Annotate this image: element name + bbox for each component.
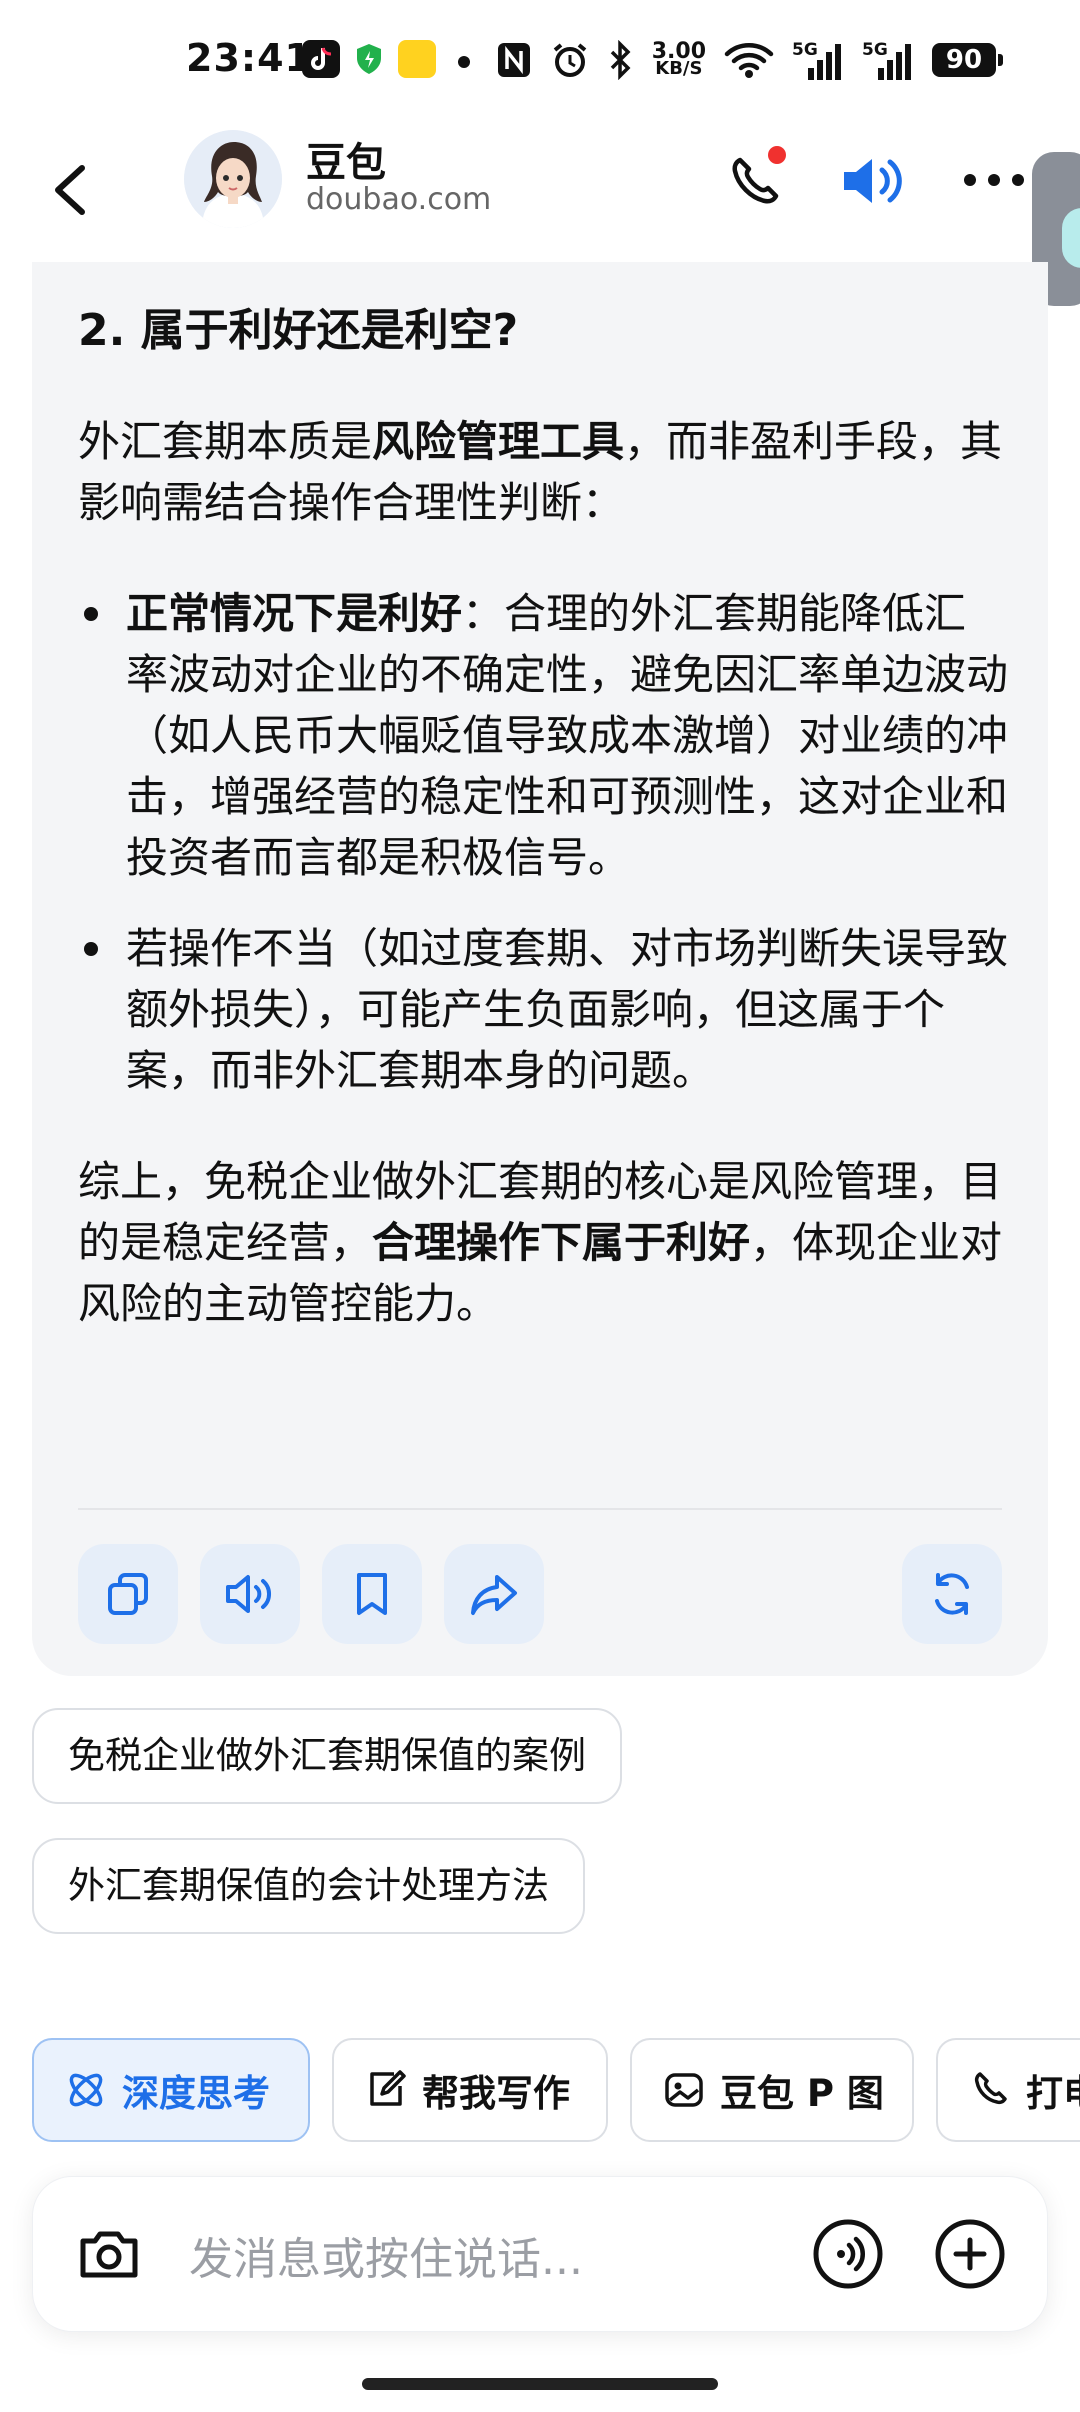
bullet1-bold: 正常情况下是利好 — [126, 589, 463, 638]
phone-icon — [974, 2072, 1007, 2105]
nfc-icon — [497, 43, 530, 77]
action-divider — [78, 1508, 1002, 1510]
more-options-button[interactable] — [960, 160, 1030, 200]
add-attachment-button[interactable] — [933, 2217, 1007, 2291]
voice-wave-icon — [813, 2219, 883, 2289]
message-input-bar: 发消息或按住说话... — [32, 2176, 1048, 2332]
bookmark-button[interactable] — [322, 1544, 422, 1644]
yellow-app-icon — [398, 40, 436, 78]
answer-card: 2. 属于利好还是利空? 外汇套期本质是风险管理工具，而非盈利手段，其影响需结合… — [32, 262, 1048, 1676]
edit-icon — [370, 2070, 406, 2106]
intro-bold: 风险管理工具 — [372, 417, 625, 466]
speaker-icon — [844, 159, 902, 203]
notification-dot-icon — [458, 56, 470, 68]
atom-icon — [69, 2073, 103, 2107]
plus-circle-icon — [935, 2219, 1005, 2289]
bot-domain: doubao.com — [306, 182, 492, 217]
status-bar: 23:41 3.00 KB/S 5G 5G 90 — [0, 0, 1080, 120]
share-button[interactable] — [444, 1544, 544, 1644]
battery-icon: 90 — [932, 43, 1003, 77]
signal-bars-icon — [808, 44, 841, 80]
refresh-icon — [935, 1573, 969, 1615]
answer-summary: 综上，免税企业做外汇套期的核心是风险管理，目的是稳定经营，合理操作下属于利好，体… — [78, 1151, 1008, 1334]
summary-bold: 合理操作下属于利好 — [372, 1218, 751, 1267]
back-arrow-icon — [55, 165, 85, 215]
status-icons: 3.00 KB/S 5G 5G 90 — [496, 36, 1003, 84]
answer-content: 2. 属于利好还是利空? 外汇套期本质是风险管理工具，而非盈利手段，其影响需结合… — [78, 300, 1008, 1384]
regenerate-button[interactable] — [902, 1544, 1002, 1644]
net-speed: 3.00 KB/S — [652, 41, 706, 79]
suggestion-chip[interactable]: 外汇套期保值的会计处理方法 — [32, 1838, 585, 1934]
bullet-item: 若操作不当（如过度套期、对市场判断失误导致额外损失），可能产生负面影响，但这属于… — [78, 918, 1008, 1101]
alarm-icon — [553, 43, 586, 77]
bullet-item: 正常情况下是利好：合理的外汇套期能降低汇率波动对企业的不确定性，避免因汇率单边波… — [78, 583, 1008, 888]
shield-app-icon — [350, 40, 388, 78]
signal-bars-icon — [878, 44, 911, 80]
bullet2-text: 若操作不当（如过度套期、对市场判断失误导致额外损失），可能产生负面影响，但这属于… — [126, 924, 1009, 1095]
tiktok-app-icon — [302, 40, 340, 78]
home-indicator[interactable] — [362, 2378, 718, 2390]
answer-intro: 外汇套期本质是风险管理工具，而非盈利手段，其影响需结合操作合理性判断： — [78, 411, 1008, 533]
call-tool-button[interactable]: 打电 — [936, 2038, 1080, 2142]
bot-avatar[interactable] — [184, 130, 282, 228]
deep-think-button[interactable]: 深度思考 — [32, 2038, 310, 2142]
help-write-button[interactable]: 帮我写作 — [332, 2038, 608, 2142]
image-edit-icon — [665, 2073, 703, 2107]
net-speed-unit: KB/S — [655, 58, 703, 79]
signal-2: 5G — [862, 40, 914, 80]
call-notification-dot — [768, 146, 786, 164]
photo-edit-label: 豆包 P 图 — [720, 2072, 884, 2115]
copy-button[interactable] — [78, 1544, 178, 1644]
more-dots-icon — [964, 174, 1024, 186]
deep-think-label: 深度思考 — [122, 2072, 270, 2115]
voice-call-button[interactable] — [811, 2217, 885, 2291]
signal-1: 5G — [792, 40, 844, 80]
read-aloud-button[interactable] — [200, 1544, 300, 1644]
camera-icon — [80, 2231, 138, 2278]
answer-bullets: 正常情况下是利好：合理的外汇套期能降低汇率波动对企业的不确定性，避免因汇率单边波… — [78, 583, 1008, 1101]
help-write-label: 帮我写作 — [422, 2072, 570, 2115]
status-time: 23:41 — [186, 36, 312, 80]
intro-prefix: 外汇套期本质是 — [78, 417, 373, 466]
bookmark-icon — [357, 1573, 387, 1615]
speaker-icon — [226, 1575, 271, 1613]
camera-button[interactable] — [73, 2219, 145, 2291]
call-tool-label: 打电 — [1026, 2072, 1080, 2115]
voice-playback-button[interactable] — [836, 146, 916, 216]
bot-name: 豆包 — [306, 140, 386, 186]
answer-heading: 2. 属于利好还是利空? — [78, 305, 519, 356]
share-icon — [471, 1575, 517, 1615]
copy-icon — [108, 1573, 148, 1615]
message-input[interactable]: 发消息或按住说话... — [189, 2223, 583, 2287]
wifi-icon — [724, 43, 774, 78]
chat-header: 豆包 doubao.com — [0, 120, 1080, 260]
suggestion-chip[interactable]: 免税企业做外汇套期保值的案例 — [32, 1708, 622, 1804]
back-button[interactable] — [40, 150, 100, 230]
photo-edit-button[interactable]: 豆包 P 图 — [630, 2038, 914, 2142]
bluetooth-icon — [610, 40, 631, 80]
